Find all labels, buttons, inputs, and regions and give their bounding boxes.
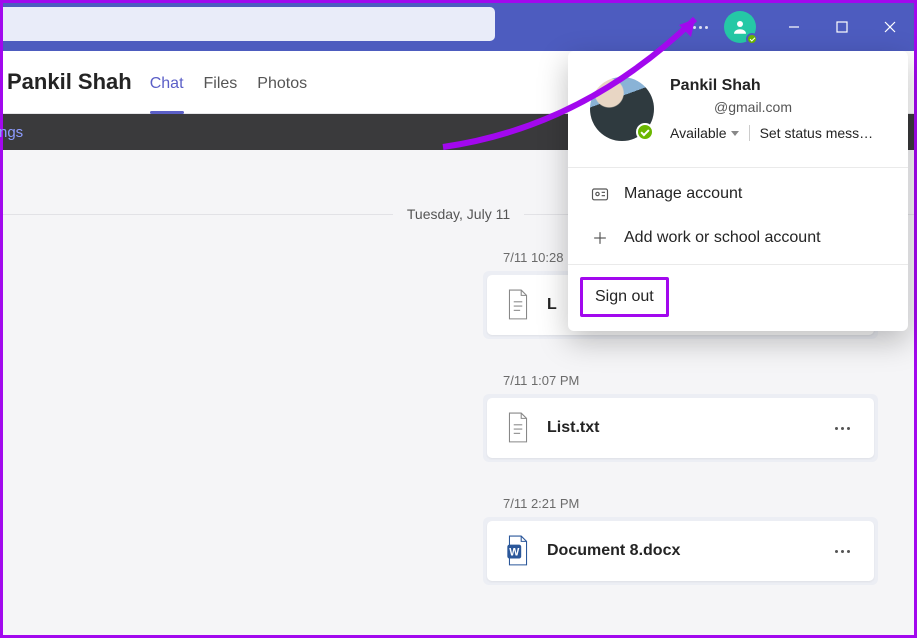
menu-item-label: Manage account bbox=[624, 185, 742, 203]
more-options-button[interactable] bbox=[683, 3, 718, 51]
file-attachment-card[interactable]: W Document 8.docx bbox=[483, 517, 878, 585]
text-file-icon bbox=[505, 289, 531, 321]
minimize-button[interactable] bbox=[770, 3, 818, 51]
status-label: Available bbox=[670, 125, 727, 141]
tab-photos[interactable]: Photos bbox=[257, 51, 307, 113]
profile-email: @gmail.com bbox=[670, 99, 886, 115]
tab-label: Files bbox=[204, 75, 238, 93]
sign-out-button[interactable]: Sign out bbox=[580, 277, 669, 317]
plus-icon bbox=[590, 228, 610, 248]
file-attachment-card[interactable]: List.txt bbox=[483, 394, 878, 462]
file-name-label: Document 8.docx bbox=[547, 542, 813, 560]
presence-available-icon bbox=[636, 123, 654, 141]
date-divider-label: Tuesday, July 11 bbox=[393, 206, 524, 222]
profile-name: Pankil Shah bbox=[670, 77, 886, 95]
svg-text:W: W bbox=[509, 546, 520, 558]
tab-list: Chat Files Photos bbox=[150, 51, 307, 113]
add-account-item[interactable]: Add work or school account bbox=[568, 216, 908, 260]
id-card-icon bbox=[590, 184, 610, 204]
separator bbox=[749, 125, 750, 141]
maximize-button[interactable] bbox=[818, 3, 866, 51]
chat-title: Pankil Shah bbox=[7, 69, 132, 95]
message-timestamp: 7/11 2:21 PM bbox=[483, 496, 878, 511]
text-file-icon bbox=[505, 412, 531, 444]
divider bbox=[568, 264, 908, 265]
set-status-message-button[interactable]: Set status mess… bbox=[760, 125, 874, 141]
file-more-button[interactable] bbox=[829, 421, 856, 436]
message-group: 7/11 1:07 PM List.txt bbox=[483, 373, 878, 462]
menu-item-label: Add work or school account bbox=[624, 229, 821, 247]
file-more-button[interactable] bbox=[829, 544, 856, 559]
profile-avatar-button[interactable] bbox=[724, 11, 756, 43]
divider bbox=[568, 167, 908, 168]
manage-account-item[interactable]: Manage account bbox=[568, 172, 908, 216]
status-dropdown[interactable]: Available bbox=[670, 125, 739, 141]
pinned-strip-label: ngs bbox=[0, 124, 23, 141]
tab-label: Photos bbox=[257, 75, 307, 93]
close-window-button[interactable] bbox=[866, 3, 914, 51]
person-icon bbox=[731, 18, 749, 36]
profile-menu-flyout: Pankil Shah @gmail.com Available Set sta… bbox=[568, 51, 908, 331]
title-bar bbox=[3, 3, 914, 51]
tab-label: Chat bbox=[150, 75, 184, 93]
tab-files[interactable]: Files bbox=[204, 51, 238, 113]
message-timestamp: 7/11 1:07 PM bbox=[483, 373, 878, 388]
message-group: 7/11 2:21 PM W Document 8.docx bbox=[483, 496, 878, 585]
search-area[interactable] bbox=[3, 7, 495, 41]
presence-available-icon bbox=[746, 33, 758, 45]
tab-chat[interactable]: Chat bbox=[150, 51, 184, 113]
profile-large-avatar bbox=[590, 77, 654, 141]
file-name-label: List.txt bbox=[547, 419, 813, 437]
word-file-icon: W bbox=[505, 535, 531, 567]
